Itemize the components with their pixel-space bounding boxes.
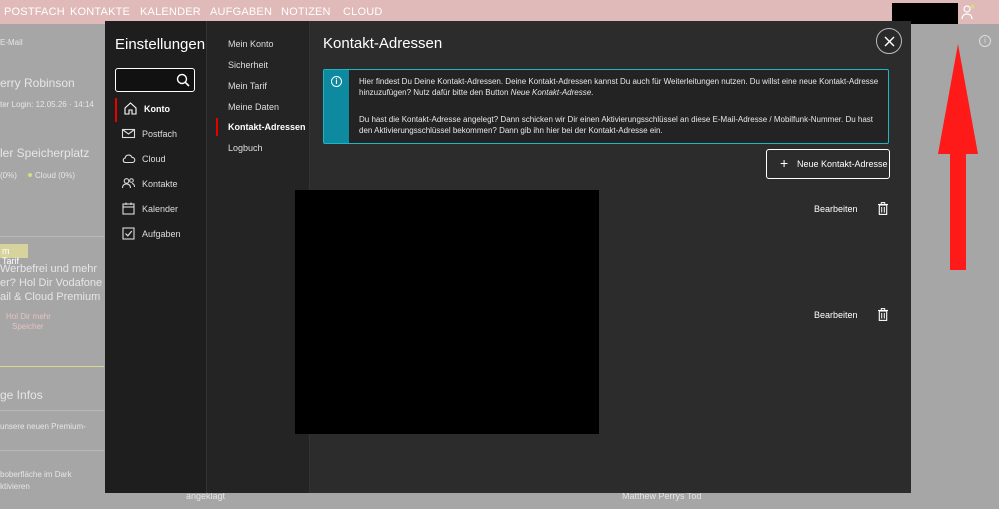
category-label: Postfach	[142, 129, 178, 139]
tasks-icon	[122, 227, 135, 240]
contacts-icon	[121, 178, 135, 189]
subnav-mein-tarif[interactable]: Mein Tarif	[216, 77, 310, 95]
info-text: Hier findest Du Deine Kontakt-Adressen. …	[359, 77, 879, 97]
page-title: Kontakt-Adressen	[323, 35, 443, 52]
promo-line-2: er? Hol Dir Vodafone	[0, 277, 103, 289]
category-label: Aufgaben	[142, 229, 181, 239]
info-item-1: unsere neuen Premium-	[0, 422, 86, 431]
nav-notizen[interactable]: NOTIZEN	[281, 6, 331, 18]
divider	[0, 366, 104, 367]
promo-button-line-1: Hol Dir mehr	[6, 312, 51, 321]
settings-category-column: Einstellungen Konto Postfach Cloud Konta…	[105, 21, 207, 493]
divider	[0, 236, 104, 237]
category-label: Konto	[144, 104, 170, 114]
info-paragraph-2: Du hast die Kontakt-Adresse angelegt? Da…	[359, 115, 874, 135]
divider	[0, 410, 104, 411]
promo-button-line-2: Speicher	[12, 322, 44, 331]
trash-icon[interactable]	[877, 202, 889, 215]
info-icon: i	[331, 76, 342, 87]
category-label: Kalender	[142, 204, 179, 214]
plus-icon: +	[780, 155, 789, 171]
email-label: E-Mail	[0, 38, 23, 47]
nav-aufgaben[interactable]: AUFGABEN	[210, 6, 272, 18]
subnav-meine-daten[interactable]: Meine Daten	[216, 98, 310, 116]
tariff-tab: m Tarif	[0, 244, 28, 266]
subnav-kontakt-adressen[interactable]: Kontakt-Adressen	[216, 118, 310, 136]
nav-kalender[interactable]: KALENDER	[140, 6, 201, 18]
nav-postfach[interactable]: POSTFACH	[4, 6, 65, 18]
category-postfach[interactable]: Postfach	[115, 123, 207, 147]
info-notice: i Hier findest Du Deine Kontakt-Adressen…	[323, 69, 889, 144]
subnav-mein-konto[interactable]: Mein Konto	[216, 35, 310, 53]
mail-icon	[121, 128, 136, 139]
category-aufgaben[interactable]: Aufgaben	[115, 223, 207, 247]
subnav-logbuch[interactable]: Logbuch	[216, 139, 310, 157]
infos-title: ge Infos	[0, 388, 43, 402]
user-name: erry Robinson	[0, 76, 75, 90]
info-item-2-line-1: boberfläche im Dark	[0, 470, 72, 479]
info-stripe: i	[324, 70, 349, 143]
calendar-icon	[122, 202, 135, 215]
storage-legend-a: (0%)	[0, 171, 17, 180]
trash-icon[interactable]	[877, 308, 889, 321]
redacted-contact-list	[295, 190, 599, 434]
info-button-reference: Neue Kontakt-Adresse	[510, 88, 592, 97]
info-paragraph-1: Hier findest Du Deine Kontakt-Adressen. …	[359, 76, 884, 98]
annotation-arrow-icon	[938, 44, 978, 270]
promo-line-1: Werbefrei und mehr	[0, 263, 98, 275]
close-icon	[884, 36, 895, 47]
subnav-sicherheit[interactable]: Sicherheit	[216, 56, 310, 74]
user-icon[interactable]	[961, 4, 975, 20]
category-label: Cloud	[142, 154, 166, 164]
nav-cloud[interactable]: CLOUD	[343, 6, 383, 18]
last-login: ter Login: 12.05.26 · 14:14	[0, 100, 94, 109]
info-item-2-line-2: ktivieren	[0, 482, 30, 491]
search-icon[interactable]	[176, 73, 190, 87]
category-konto[interactable]: Konto	[115, 98, 207, 122]
home-icon	[124, 102, 137, 115]
storage-title: ler Speicherplatz	[0, 146, 90, 160]
storage-legend-b-text: Cloud (0%)	[35, 171, 76, 180]
settings-search-field[interactable]	[115, 68, 195, 92]
nav-kontakte[interactable]: KONTAKTE	[70, 6, 130, 18]
divider	[0, 450, 104, 451]
search-input[interactable]	[120, 72, 172, 88]
category-kalender[interactable]: Kalender	[115, 198, 207, 222]
category-cloud[interactable]: Cloud	[115, 148, 207, 172]
new-contact-address-label: Neue Kontakt-Adresse	[797, 159, 888, 169]
close-button[interactable]	[876, 28, 902, 54]
cloud-icon	[122, 154, 136, 164]
edit-button[interactable]: Bearbeiten	[814, 310, 858, 320]
info-icon: i	[979, 35, 991, 47]
category-label: Kontakte	[142, 179, 178, 189]
category-kontakte[interactable]: Kontakte	[115, 173, 207, 197]
edit-button[interactable]: Bearbeiten	[814, 204, 858, 214]
new-contact-address-button[interactable]: + Neue Kontakt-Adresse	[766, 149, 890, 179]
legend-dot	[28, 173, 32, 177]
info-text-end: .	[591, 88, 594, 97]
storage-legend-b: Cloud (0%)	[26, 171, 75, 180]
promo-line-3: ail & Cloud Premium	[0, 291, 101, 303]
settings-title: Einstellungen	[115, 36, 206, 53]
